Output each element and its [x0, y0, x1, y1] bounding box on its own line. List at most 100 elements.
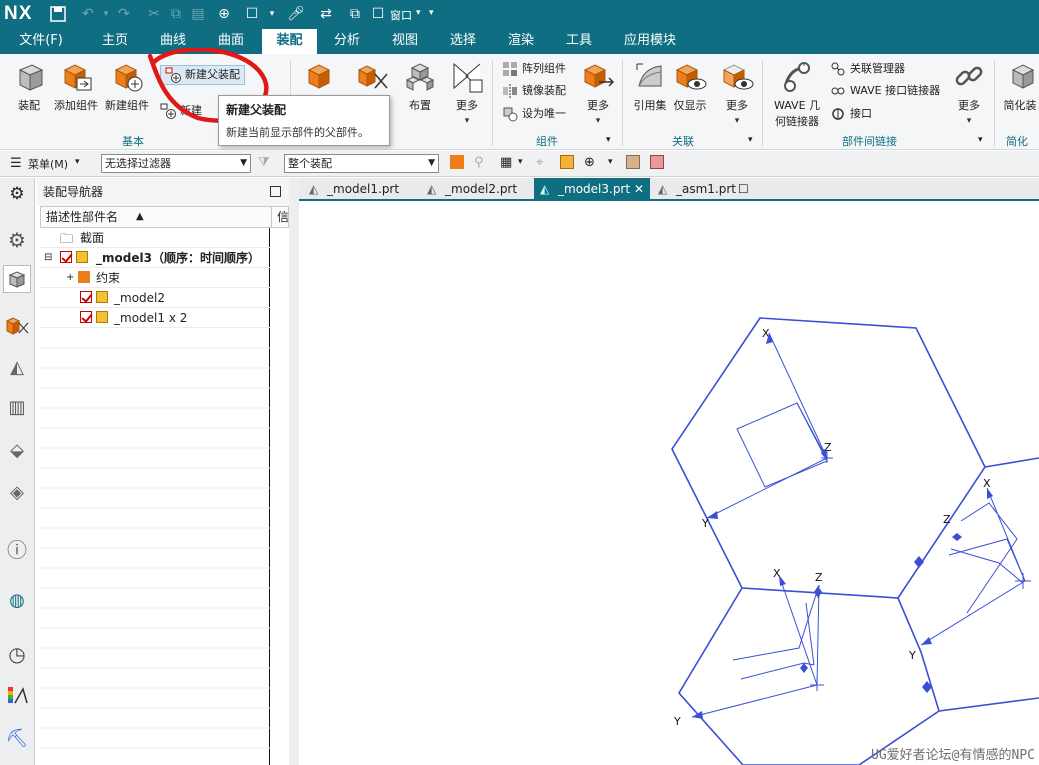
assembly-navigator-tab[interactable] — [3, 265, 31, 293]
selection-mode-icon[interactable]: ▦ — [500, 155, 512, 170]
settings-icon[interactable]: ⚙ — [3, 180, 31, 208]
tab-tools[interactable]: 工具 — [556, 29, 602, 54]
globe-icon[interactable]: ◍ — [3, 586, 31, 614]
assembly-constraint-button[interactable] — [352, 60, 392, 97]
info-icon[interactable]: ⓘ — [3, 534, 31, 562]
repeat-command-icon[interactable]: ⊕ — [214, 4, 234, 24]
relation-manager-button[interactable]: 关联管理器 — [830, 59, 905, 79]
reuse-library-tab[interactable]: ▥ — [3, 393, 31, 421]
group-component-dropdown-icon[interactable]: ▾ — [606, 135, 611, 145]
customize-dropdown-icon[interactable]: ▾ — [429, 8, 434, 18]
menu-dropdown-icon[interactable]: ▾ — [75, 157, 80, 167]
group-relation-dropdown-icon[interactable]: ▾ — [748, 135, 753, 145]
point-snap-icon[interactable]: ⊕ — [584, 155, 595, 170]
mirror-assembly-button[interactable]: 镜像装配 — [502, 81, 566, 101]
tab-selection[interactable]: 选择 — [440, 29, 486, 54]
tab-model3[interactable]: ◭ _model3.prt ✕ — [534, 178, 650, 201]
window-dropdown-icon[interactable]: ▾ — [416, 8, 421, 18]
part-select-icon[interactable] — [560, 155, 574, 169]
redo-icon[interactable]: ↷ — [114, 4, 134, 24]
history-clock-icon[interactable]: ◷ — [3, 640, 31, 668]
cut-icon[interactable]: ✂ — [144, 4, 164, 24]
tab-asm1[interactable]: ◭ _asm1.prt ☐ — [652, 178, 762, 201]
undo-dropdown-icon[interactable]: ▾ — [96, 4, 116, 24]
undo-icon[interactable]: ↶ — [78, 4, 98, 24]
mirror-assembly-icon — [503, 84, 517, 98]
visibility-checkbox[interactable] — [80, 291, 92, 303]
tab-model2[interactable]: ◭ _model2.prt — [421, 178, 533, 201]
layout-button[interactable]: 布置 — [402, 60, 438, 113]
snap-icon[interactable]: ⚲ — [474, 155, 484, 170]
window-menu-label[interactable]: 窗口 — [390, 7, 412, 23]
filter-reset-icon[interactable]: ⧩ — [258, 155, 270, 170]
tree-row-model2[interactable]: _model2 — [40, 288, 271, 308]
tab-view[interactable]: 视图 — [382, 29, 428, 54]
touch-mode-icon[interactable]: ☐ — [242, 4, 262, 24]
touch-dropdown-icon[interactable]: ▾ — [262, 4, 282, 24]
tab-home[interactable]: 主页 — [92, 29, 138, 54]
splitter[interactable] — [289, 178, 299, 765]
simplify-assembly-button[interactable]: 简化装 — [1000, 60, 1039, 113]
expand-icon[interactable]: + — [66, 268, 74, 288]
reference-set-button[interactable]: 引用集 — [628, 60, 672, 113]
select-component-icon[interactable] — [450, 155, 464, 169]
window-tile-icon[interactable]: ⧉ — [345, 4, 365, 24]
tab-model1[interactable]: ◭ _model1.prt — [303, 178, 419, 201]
hamburger-icon[interactable]: ☰ — [10, 156, 22, 171]
visibility-checkbox[interactable] — [60, 251, 72, 263]
component-position-button[interactable] — [300, 60, 340, 97]
interpart-more-button[interactable]: 更多 ▾ — [950, 60, 988, 126]
component-more-button[interactable]: 更多 ▾ — [578, 60, 618, 126]
roles-icon[interactable]: ⛏ — [3, 724, 31, 752]
add-component-button[interactable]: 添加组件 — [52, 60, 100, 113]
tree-row-model3[interactable]: ⊟ _model3（顺序：时间顺序） — [40, 248, 271, 268]
maximize-icon[interactable] — [270, 186, 281, 197]
selection-filter-select[interactable]: 无选择过滤器 ▼ — [101, 154, 251, 173]
collapse-icon[interactable]: ⊟ — [44, 248, 52, 268]
tab-analysis[interactable]: 分析 — [324, 29, 370, 54]
window-icon[interactable]: ☐ — [368, 4, 388, 24]
hd3d-tools-tab[interactable]: ⬙ — [3, 436, 31, 464]
selection-mode-dropdown-icon[interactable]: ▾ — [518, 157, 523, 167]
copy-icon[interactable]: ⧉ — [166, 4, 186, 24]
file-menu[interactable]: 文件(F) — [10, 29, 72, 54]
save-icon[interactable] — [48, 4, 68, 24]
palette-tab[interactable] — [3, 682, 31, 710]
show-only-button[interactable]: 仅显示 — [670, 60, 710, 113]
selection-scope-select[interactable]: 整个装配 ▼ — [284, 154, 439, 173]
gears-icon[interactable]: ⚙ — [3, 226, 31, 254]
graphics-window[interactable]: ◭ _model1.prt ◭ _model2.prt ◭ _model3.prt ✕ … — [299, 178, 1039, 765]
sort-ascending-icon[interactable]: ▲ — [136, 207, 144, 227]
column-info-header[interactable]: 信 — [271, 207, 289, 227]
layout-more-button[interactable]: 更多 ▾ — [448, 60, 486, 126]
web-browser-tab[interactable]: ◈ — [3, 478, 31, 506]
tree-row-model1[interactable]: _model1 x 2 — [40, 308, 271, 328]
relation-more-button[interactable]: 更多 ▾ — [716, 60, 758, 126]
tree-row-section[interactable]: 🗀︎ 截面 — [40, 228, 271, 248]
face-select-icon[interactable] — [650, 155, 664, 169]
geometry-canvas[interactable]: XYZ XZY X ZY — [299, 203, 1039, 765]
body-select-icon[interactable] — [626, 155, 640, 169]
wave-geometry-linker-button[interactable]: WAVE 几何链接器 — [770, 60, 824, 129]
visibility-checkbox[interactable] — [80, 311, 92, 323]
wave-interface-linker-button[interactable]: WAVE 接口链接器 — [830, 81, 940, 101]
tab-render[interactable]: 渲染 — [498, 29, 544, 54]
column-name-header[interactable]: 描述性部件名 — [46, 207, 118, 227]
tree-row-constraints[interactable]: + 约束 — [40, 268, 271, 288]
group-interpart-dropdown-icon[interactable]: ▾ — [978, 135, 983, 145]
assemble-button[interactable]: 装配 — [8, 60, 50, 113]
array-component-button[interactable]: 阵列组件 — [502, 59, 566, 79]
move-component-icon — [583, 64, 615, 88]
part-navigator-tab[interactable]: ◭ — [3, 353, 31, 381]
constraint-navigator-tab[interactable] — [3, 312, 31, 340]
make-unique-button[interactable]: 设为唯一 — [502, 104, 566, 124]
microphone-icon[interactable]: 🎤︎ — [286, 4, 306, 24]
point-snap-dropdown-icon[interactable]: ▾ — [608, 157, 613, 167]
paste-icon[interactable]: ▤ — [188, 4, 208, 24]
close-icon[interactable]: ✕ — [634, 178, 644, 200]
menu-button[interactable]: 菜单(M) — [28, 156, 68, 172]
interface-button[interactable]: 接口 — [830, 104, 872, 124]
window-switch-icon[interactable]: ⇄ — [316, 4, 336, 24]
snap-point-icon[interactable]: ⌖ — [536, 155, 543, 170]
tab-application[interactable]: 应用模块 — [614, 29, 686, 54]
